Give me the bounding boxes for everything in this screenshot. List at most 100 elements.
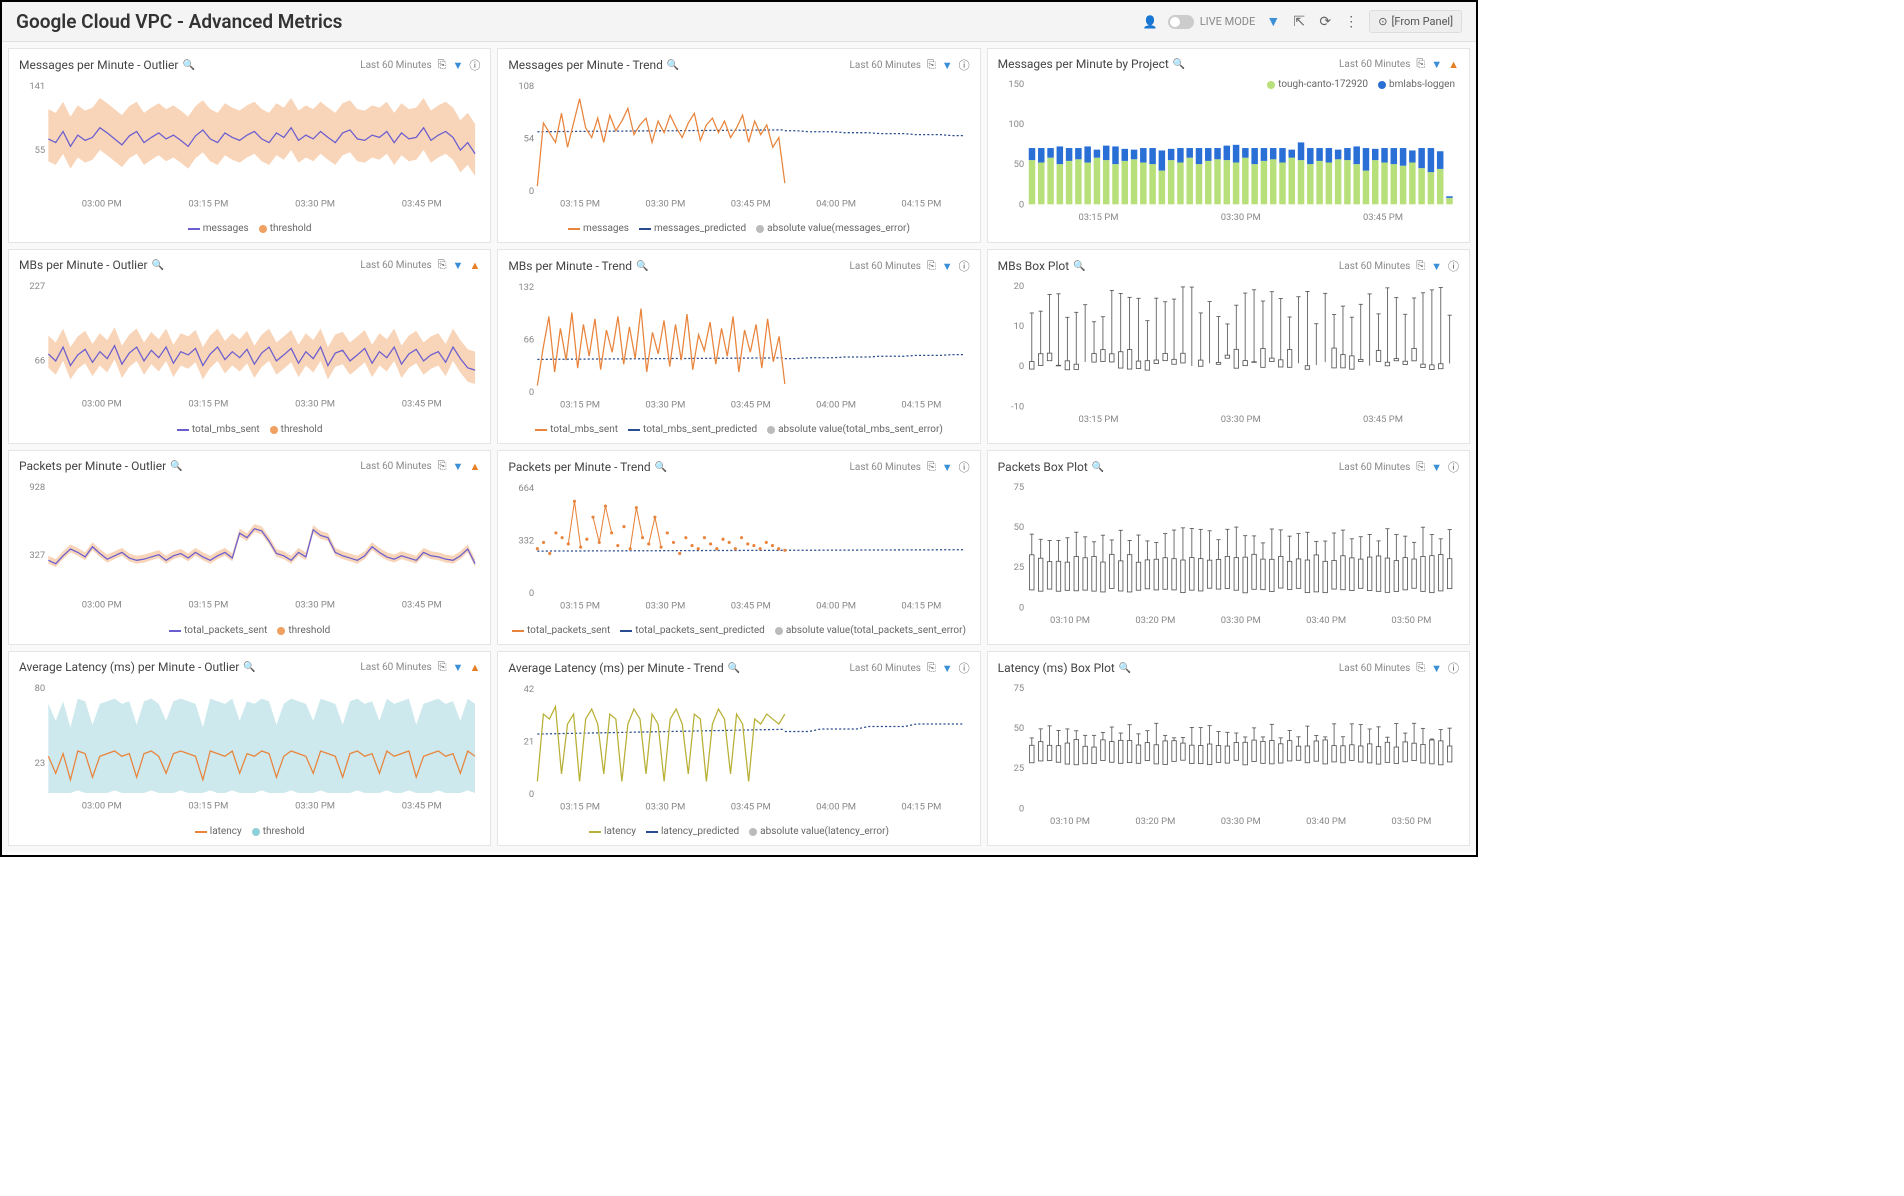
svg-text:132: 132 bbox=[519, 282, 535, 293]
export-icon[interactable]: ⎘ bbox=[927, 58, 936, 72]
export-icon[interactable]: ⎘ bbox=[438, 58, 447, 72]
info-icon[interactable]: ⓘ bbox=[959, 258, 970, 274]
filter-icon[interactable]: ▼ bbox=[1431, 260, 1442, 273]
panel-header: Packets per Minute - Outlier🔍 Last 60 Mi… bbox=[19, 459, 480, 473]
legend: total_packets_sentthreshold bbox=[19, 625, 480, 636]
svg-text:04:00 PM: 04:00 PM bbox=[816, 400, 856, 411]
panel-lat_trend: Average Latency (ms) per Minute - Trend🔍… bbox=[497, 651, 980, 846]
info-icon[interactable]: ⓘ bbox=[1448, 459, 1459, 475]
info-icon[interactable]: ⓘ bbox=[469, 57, 480, 73]
filter-icon[interactable]: ▼ bbox=[453, 661, 464, 674]
filter-icon[interactable]: ▼ bbox=[942, 662, 953, 675]
export-icon[interactable]: ⎘ bbox=[927, 460, 936, 474]
chart-body[interactable]: 025507503:10 PM03:20 PM03:30 PM03:40 PM0… bbox=[998, 680, 1459, 837]
search-icon[interactable]: 🔍 bbox=[728, 663, 740, 674]
info-icon[interactable]: ⓘ bbox=[1448, 258, 1459, 274]
filter-icon[interactable]: ▼ bbox=[1431, 461, 1442, 474]
chart-body[interactable]: 238003:00 PM03:15 PM03:30 PM03:45 PM bbox=[19, 678, 480, 824]
export-icon[interactable]: ⎘ bbox=[438, 459, 447, 473]
info-icon[interactable]: ⓘ bbox=[959, 57, 970, 73]
toggle-switch[interactable] bbox=[1168, 15, 1194, 29]
dashboard-header: Google Cloud VPC - Advanced Metrics 👤 LI… bbox=[2, 2, 1476, 42]
search-icon[interactable]: 🔍 bbox=[1092, 462, 1104, 473]
svg-text:20: 20 bbox=[1013, 281, 1024, 292]
filter-icon[interactable]: ▼ bbox=[942, 59, 953, 72]
svg-text:03:30 PM: 03:30 PM bbox=[646, 802, 686, 813]
refresh-icon[interactable]: ⟳ bbox=[1317, 14, 1333, 30]
svg-text:0: 0 bbox=[1019, 199, 1024, 210]
search-icon[interactable]: 🔍 bbox=[667, 60, 679, 71]
search-icon[interactable]: 🔍 bbox=[1173, 59, 1185, 70]
warn-icon[interactable]: ▲ bbox=[469, 259, 480, 272]
export-icon[interactable]: ⎘ bbox=[1416, 460, 1425, 474]
chart-body[interactable]: 0214203:15 PM03:30 PM03:45 PM04:00 PM04:… bbox=[508, 680, 969, 824]
chart-body[interactable]: 32792803:00 PM03:15 PM03:30 PM03:45 PM bbox=[19, 477, 480, 623]
legend-item: threshold bbox=[270, 424, 323, 435]
share-icon[interactable]: ⇱ bbox=[1291, 14, 1307, 30]
search-icon[interactable]: 🔍 bbox=[1073, 261, 1085, 272]
svg-text:04:15 PM: 04:15 PM bbox=[902, 199, 942, 210]
chart-body[interactable]: 6622703:00 PM03:15 PM03:30 PM03:45 PM bbox=[19, 276, 480, 422]
time-range: Last 60 Minutes bbox=[850, 663, 921, 674]
panel-title: Average Latency (ms) per Minute - Outlie… bbox=[19, 660, 256, 674]
legend: latencylatency_predictedabsolute value(l… bbox=[508, 826, 969, 837]
svg-text:75: 75 bbox=[1013, 482, 1024, 493]
more-icon[interactable]: ⋮ bbox=[1343, 14, 1359, 30]
chart-body[interactable]: 06613203:15 PM03:30 PM03:45 PM04:00 PM04… bbox=[508, 278, 969, 422]
export-icon[interactable]: ⎘ bbox=[1416, 661, 1425, 675]
search-icon[interactable]: 🔍 bbox=[636, 261, 648, 272]
search-icon[interactable]: 🔍 bbox=[1119, 663, 1131, 674]
svg-text:03:50 PM: 03:50 PM bbox=[1391, 615, 1431, 626]
filter-icon[interactable]: ▼ bbox=[942, 461, 953, 474]
export-icon[interactable]: ⎘ bbox=[438, 660, 447, 674]
time-range: Last 60 Minutes bbox=[360, 461, 431, 472]
info-icon[interactable]: ⓘ bbox=[959, 459, 970, 475]
filter-icon[interactable]: ▼ bbox=[942, 260, 953, 273]
info-icon[interactable]: ⓘ bbox=[1448, 660, 1459, 676]
export-icon[interactable]: ⎘ bbox=[438, 258, 447, 272]
user-icon[interactable]: 👤 bbox=[1143, 15, 1158, 29]
search-icon[interactable]: 🔍 bbox=[170, 461, 182, 472]
from-panel-button[interactable]: ⊙[From Panel] bbox=[1369, 10, 1462, 33]
svg-text:03:15 PM: 03:15 PM bbox=[560, 400, 600, 411]
panel-grid: Messages per Minute - Outlier🔍 Last 60 M… bbox=[2, 42, 1476, 852]
warn-icon[interactable]: ▲ bbox=[469, 661, 480, 674]
export-icon[interactable]: ⎘ bbox=[927, 661, 936, 675]
svg-text:03:30 PM: 03:30 PM bbox=[295, 399, 335, 410]
panel-title: MBs per Minute - Outlier🔍 bbox=[19, 258, 164, 272]
warn-icon[interactable]: ▲ bbox=[469, 460, 480, 473]
live-mode-toggle[interactable]: LIVE MODE bbox=[1168, 15, 1256, 29]
chart-body[interactable]: 025507503:10 PM03:20 PM03:30 PM03:40 PM0… bbox=[998, 479, 1459, 636]
svg-text:50: 50 bbox=[1013, 723, 1024, 734]
info-icon[interactable]: ⓘ bbox=[959, 660, 970, 676]
export-icon[interactable]: ⎘ bbox=[1416, 57, 1425, 71]
filter-icon[interactable]: ▼ bbox=[1431, 58, 1442, 71]
chart-body[interactable]: tough-canto-172920bmlabs-loggen 05010015… bbox=[998, 75, 1459, 234]
export-icon[interactable]: ⎘ bbox=[927, 259, 936, 273]
panel-title: Messages per Minute - Trend🔍 bbox=[508, 58, 679, 72]
chart-body[interactable]: -100102003:15 PM03:30 PM03:45 PM bbox=[998, 278, 1459, 435]
chart-body[interactable]: 05410803:15 PM03:30 PM03:45 PM04:00 PM04… bbox=[508, 77, 969, 221]
filter-icon[interactable]: ▼ bbox=[453, 259, 464, 272]
filter-icon[interactable]: ▼ bbox=[452, 59, 463, 72]
export-icon[interactable]: ⎘ bbox=[1416, 259, 1425, 273]
filter-icon[interactable]: ▼ bbox=[1265, 13, 1281, 30]
search-icon[interactable]: 🔍 bbox=[182, 60, 194, 71]
search-icon[interactable]: 🔍 bbox=[655, 462, 667, 473]
panel-title: Average Latency (ms) per Minute - Trend🔍 bbox=[508, 661, 740, 675]
chart-body[interactable]: 033266403:15 PM03:30 PM03:45 PM04:00 PM0… bbox=[508, 479, 969, 623]
chart-body[interactable]: 5514103:00 PM03:15 PM03:30 PM03:45 PM bbox=[19, 77, 480, 221]
svg-text:04:00 PM: 04:00 PM bbox=[816, 802, 856, 813]
filter-icon[interactable]: ▼ bbox=[1431, 662, 1442, 675]
svg-text:03:30 PM: 03:30 PM bbox=[1220, 615, 1260, 626]
search-icon[interactable]: 🔍 bbox=[152, 260, 164, 271]
warn-icon[interactable]: ▲ bbox=[1448, 58, 1459, 71]
panel-msgs_project: Messages per Minute by Project🔍 Last 60 … bbox=[987, 48, 1470, 243]
panel-header: Messages per Minute - Outlier🔍 Last 60 M… bbox=[19, 57, 480, 73]
svg-text:50: 50 bbox=[1013, 522, 1024, 533]
legend: latencythreshold bbox=[19, 826, 480, 837]
filter-icon[interactable]: ▼ bbox=[453, 460, 464, 473]
legend-item: messages_predicted bbox=[639, 223, 746, 234]
search-icon[interactable]: 🔍 bbox=[243, 662, 255, 673]
svg-text:75: 75 bbox=[1013, 683, 1024, 694]
